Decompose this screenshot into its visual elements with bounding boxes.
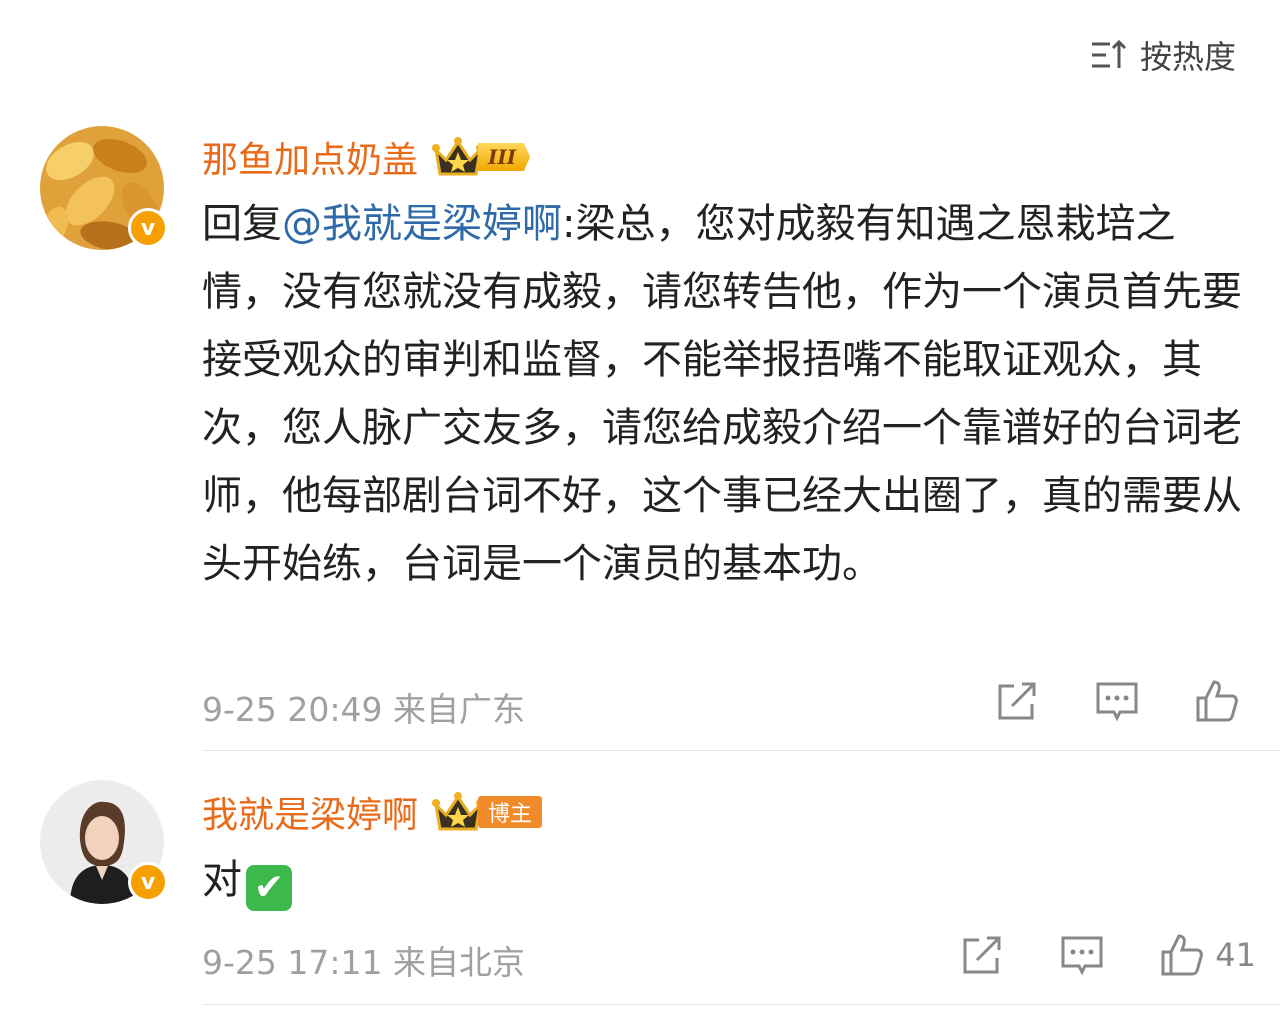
reply-button[interactable] <box>1094 678 1140 724</box>
sort-icon <box>1091 39 1127 68</box>
location: 来自北京 <box>393 943 525 982</box>
thumbs-up-icon <box>1196 680 1238 722</box>
comment-text: 对 ✔ <box>202 846 1252 914</box>
blogger-badge: 博主 <box>478 796 543 828</box>
check-mark-icon: ✔ <box>246 865 292 911</box>
comment-body: 对 <box>202 857 242 903</box>
divider <box>202 1004 1280 1005</box>
verified-icon: v <box>128 862 168 902</box>
share-icon <box>963 936 1001 974</box>
sort-label: 按热度 <box>1139 38 1236 76</box>
reply-button[interactable] <box>1059 932 1105 978</box>
divider <box>202 750 1280 751</box>
mention-link[interactable]: @我就是梁婷啊 <box>282 201 562 247</box>
timestamp: 9-25 20:49 <box>202 690 383 729</box>
comment-text: 回复@我就是梁婷啊:梁总，您对成毅有知遇之恩栽培之情，没有您就没有成毅，请您转告… <box>202 190 1252 598</box>
level-badge: III <box>478 143 531 171</box>
username[interactable]: 那鱼加点奶盖 <box>202 131 418 183</box>
comment-icon <box>1061 936 1103 976</box>
member-badge: III <box>432 137 531 177</box>
comment-meta: 9-25 20:49 来自广东 <box>202 683 525 731</box>
share-icon <box>998 682 1036 720</box>
thumbs-up-icon <box>1161 934 1204 976</box>
crown-icon <box>432 137 485 176</box>
comment-meta: 9-25 17:11 来自北京 <box>202 936 525 984</box>
avatar[interactable]: v <box>40 780 168 904</box>
username[interactable]: 我就是梁婷啊 <box>202 786 418 838</box>
member-badge: 博主 <box>432 792 543 832</box>
timestamp: 9-25 17:11 <box>202 943 383 982</box>
comment-icon <box>1096 682 1138 722</box>
avatar[interactable]: v <box>40 126 168 250</box>
sort-by-hot-button[interactable]: 按热度 <box>1090 32 1236 78</box>
crown-icon <box>432 792 485 831</box>
comment-body: :梁总，您对成毅有知遇之恩栽培之情，没有您就没有成毅，请您转告他，作为一个演员首… <box>202 201 1242 587</box>
verified-icon: v <box>128 208 168 248</box>
like-count: 41 <box>1215 936 1256 974</box>
like-button[interactable] <box>1194 678 1240 724</box>
share-button[interactable] <box>959 932 1005 978</box>
share-button[interactable] <box>994 678 1040 724</box>
like-button[interactable]: 41 <box>1159 932 1256 978</box>
reply-prefix: 回复 <box>202 201 282 247</box>
location: 来自广东 <box>393 690 525 729</box>
